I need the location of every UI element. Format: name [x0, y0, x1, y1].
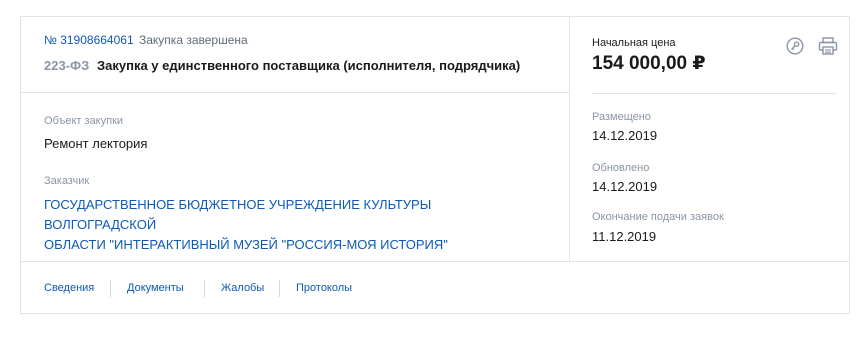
object-label: Объект закупки: [44, 115, 124, 127]
updated-date: 14.12.2019: [592, 179, 658, 194]
posted-label: Размещено: [592, 111, 651, 123]
tab-details[interactable]: Сведения: [44, 282, 94, 294]
law-badge: 223-ФЗ: [44, 58, 90, 73]
purchase-status: Закупка завершена: [139, 33, 248, 47]
tab-divider: [279, 280, 280, 297]
posted-date: 14.12.2019: [592, 128, 658, 143]
printer-icon[interactable]: [818, 37, 838, 55]
purchase-card: № 31908664061 Закупка завершена 223-ФЗ З…: [20, 16, 850, 314]
key-icon[interactable]: [786, 37, 804, 55]
customer-name-line-2: ОБЛАСТИ "ИНТЕРАКТИВНЫЙ МУЗЕЙ "РОССИЯ-МОЯ…: [44, 237, 448, 252]
deadline-date: 11.12.2019: [592, 229, 657, 244]
updated-label: Обновлено: [592, 162, 650, 174]
purchase-number-link[interactable]: № 31908664061: [44, 33, 134, 47]
purchase-main-info: № 31908664061 Закупка завершена 223-ФЗ З…: [21, 17, 570, 261]
tab-divider: [204, 280, 205, 297]
object-value: Ремонт лектория: [44, 136, 148, 151]
purchase-side-info: Начальная цена 154 000,00 ₽ Размещено 14…: [570, 17, 849, 261]
customer-link[interactable]: ГОСУДАРСТВЕННОЕ БЮДЖЕТНОЕ УЧРЕЖДЕНИЕ КУЛ…: [44, 195, 544, 255]
tab-complaints[interactable]: Жалобы: [221, 282, 264, 294]
customer-name-line-1: ГОСУДАРСТВЕННОЕ БЮДЖЕТНОЕ УЧРЕЖДЕНИЕ КУЛ…: [44, 197, 432, 232]
price-value: 154 000,00 ₽: [592, 53, 706, 74]
purchase-tabs: Сведения Документы Жалобы Протоколы: [21, 261, 849, 315]
purchase-method: Закупка у единственного поставщика (испо…: [97, 58, 521, 73]
customer-label: Заказчик: [44, 175, 90, 187]
purchase-header: № 31908664061 Закупка завершена 223-ФЗ З…: [21, 17, 569, 93]
price-divider: [592, 93, 836, 94]
deadline-label: Окончание подачи заявок: [592, 211, 724, 223]
price-label: Начальная цена: [592, 37, 676, 49]
tab-documents[interactable]: Документы: [127, 282, 184, 294]
tab-protocols[interactable]: Протоколы: [296, 282, 352, 294]
tab-divider: [110, 280, 111, 297]
